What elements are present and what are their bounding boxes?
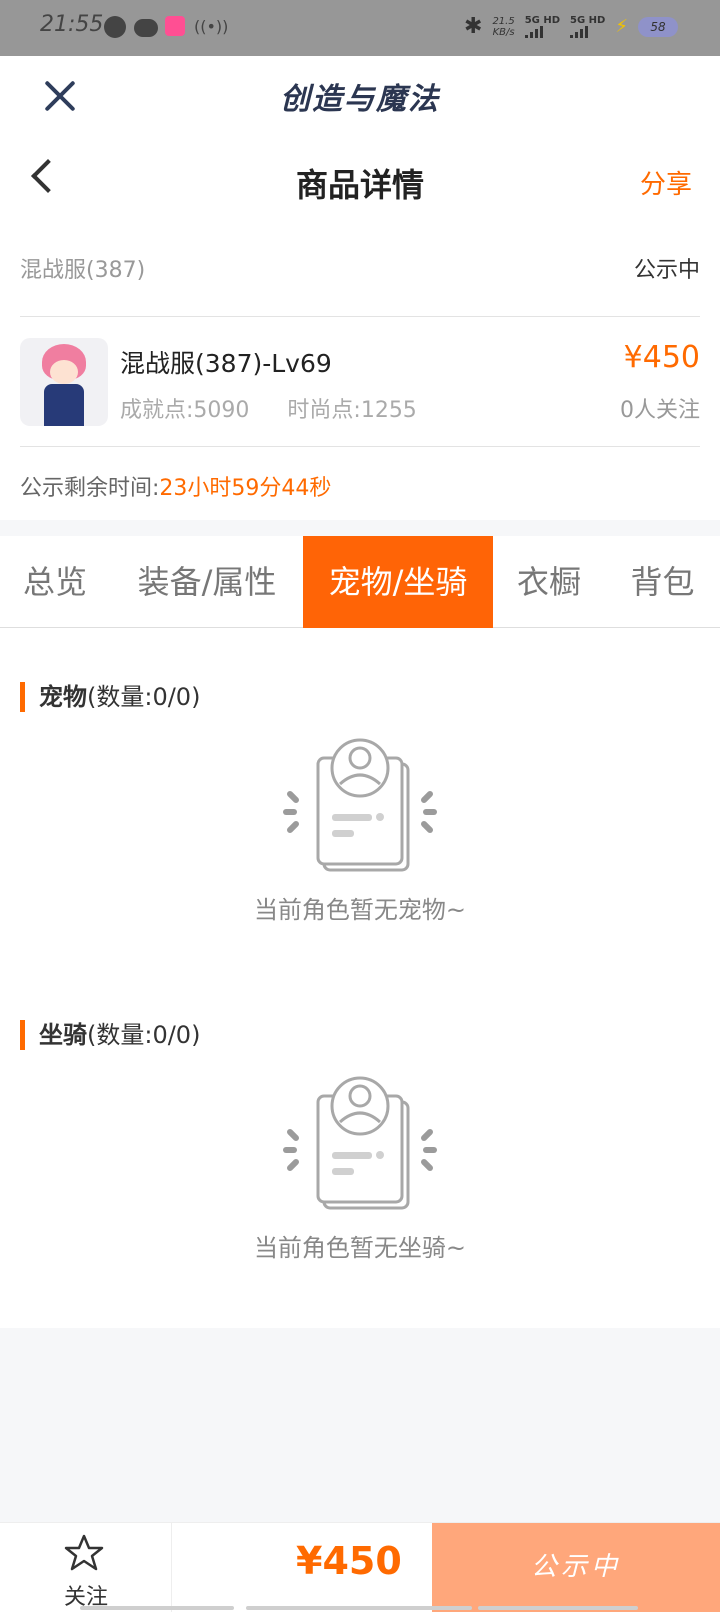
page-title: 商品详情 [295, 166, 424, 204]
chat-icon [134, 19, 158, 37]
divider [20, 446, 700, 447]
star-icon [64, 1534, 104, 1571]
item-price: ¥450 [623, 340, 700, 375]
pets-empty-text: 当前角色暂无宠物~ [253, 896, 467, 924]
bottom-price: ¥450 [296, 1539, 402, 1583]
mounts-section-title: 坐骑(数量:0/0) [20, 1020, 200, 1050]
bluetooth-icon: ✱ [464, 14, 483, 39]
app-title: 创造与魔法 [280, 82, 440, 117]
achievement-points: 成就点:5090 [120, 398, 250, 423]
remaining-time-value: 23小时59分44秒 [159, 476, 332, 501]
mounts-title: 坐骑 [39, 1021, 87, 1049]
share-button[interactable]: 分享 [640, 164, 692, 201]
item-stats: 成就点:5090 时尚点:1255 [120, 392, 417, 424]
browser-icon [104, 16, 126, 38]
sim1-label: 5G HD [524, 15, 561, 26]
empty-record-icon [283, 738, 437, 872]
nav-bar: 商品详情 分享 [0, 136, 720, 228]
pets-section-title: 宠物(数量:0/0) [20, 682, 200, 712]
signal-bars-icon [570, 26, 589, 38]
sim2-label: 5G HD [570, 15, 606, 26]
remaining-time-label: 公示剩余时间: [20, 476, 160, 501]
gesture-bar [80, 1606, 234, 1610]
item-name: 混战服(387)-Lv69 [120, 349, 332, 378]
signal-sim2: 5G HD [570, 15, 605, 38]
hotspot-icon: ((•)) [194, 17, 229, 36]
app-header: 创造与魔法 [0, 56, 720, 136]
status-bar: 21:55 ((•)) ✱ 21.5 KB/s 5G HD 5G HD ⚡ 58 [0, 0, 720, 56]
fashion-points: 时尚点:1255 [287, 398, 417, 423]
server-name: 混战服(387) [20, 258, 146, 283]
mounts-empty-text: 当前角色暂无坐骑~ [253, 1234, 467, 1262]
network-rate-value: 21.5 [492, 15, 515, 27]
character-avatar [20, 338, 108, 426]
divider [20, 316, 700, 317]
network-rate: 21.5 KB/s [492, 16, 514, 38]
tab-equipment[interactable]: 装备/属性 [110, 536, 304, 628]
gesture-bar [246, 1606, 472, 1610]
mounts-count: (数量:0/0) [87, 1021, 201, 1049]
tab-backpack[interactable]: 背包 [605, 536, 720, 628]
empty-record-icon [283, 1076, 437, 1210]
app-notification-icon [165, 16, 185, 36]
status-time: 21:55 [40, 12, 104, 37]
pets-title: 宠物 [39, 683, 87, 711]
bottom-action-bar: 关注 ¥450 公示中 [0, 1522, 720, 1612]
signal-sim1: 5G HD [524, 15, 561, 38]
pets-count: (数量:0/0) [87, 683, 201, 711]
gesture-bar [478, 1606, 638, 1610]
remaining-time: 公示剩余时间:23小时59分44秒 [20, 470, 331, 502]
status-action-button[interactable]: 公示中 [432, 1523, 720, 1612]
network-rate-unit: KB/s [492, 26, 515, 38]
battery-level: 58 [638, 16, 678, 37]
follower-count: 0人关注 [620, 398, 700, 423]
pets-mounts-panel: 宠物(数量:0/0) 当前角色暂无宠物~ 坐骑(数量:0/0) 当前角色暂无坐骑… [0, 628, 720, 1328]
follow-button[interactable]: 关注 [0, 1523, 172, 1612]
tab-bar: 总览 装备/属性 宠物/坐骑 衣橱 背包 [0, 536, 720, 628]
signal-bars-icon [524, 26, 543, 38]
charging-icon: ⚡ [615, 16, 628, 37]
status-badge: 公示中 [633, 258, 700, 283]
tab-wardrobe[interactable]: 衣橱 [493, 536, 605, 628]
tab-pets-mounts[interactable]: 宠物/坐骑 [303, 536, 493, 628]
listing-info: 混战服(387) 公示中 混战服(387)-Lv69 成就点:5090 时尚点:1… [0, 228, 720, 520]
tab-overview[interactable]: 总览 [0, 536, 110, 628]
